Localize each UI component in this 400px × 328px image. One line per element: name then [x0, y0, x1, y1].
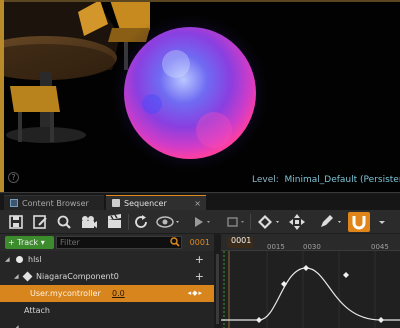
- chevron-down-icon[interactable]: [376, 213, 388, 231]
- niagara-component-icon: [22, 271, 33, 282]
- track-value-field[interactable]: 0.0: [112, 285, 125, 302]
- level-prefix: Level:: [252, 175, 279, 185]
- track-outliner: + Track ▾ Filter 0001 ◢ hlsl + ◢ Niagara…: [0, 234, 214, 328]
- curve-editor-timeline[interactable]: 0001 0015 0030 0045: [221, 234, 400, 328]
- sequencer-icon: [112, 199, 120, 207]
- sequencer-toolbar: [0, 210, 400, 234]
- actor-icon: [16, 256, 23, 263]
- level-viewport[interactable]: ? Level: Minimal_Default (Persistent): [0, 0, 400, 193]
- toolbar-divider: [128, 214, 129, 230]
- time-ruler[interactable]: 0001 0015 0030 0045: [221, 234, 400, 251]
- key-icon[interactable]: [256, 213, 282, 231]
- key-navigation-icon[interactable]: ◂◆▸: [188, 285, 203, 302]
- viewport-border-left: [0, 0, 4, 192]
- chevron-down-icon: ▾: [40, 238, 45, 247]
- tick-label: 0030: [303, 243, 321, 251]
- level-label: Level: Minimal_Default (Persistent): [252, 175, 400, 185]
- curve-plot[interactable]: [221, 251, 400, 328]
- track-row-partial: ◢: [0, 319, 214, 328]
- track-row-hlsl[interactable]: ◢ hlsl +: [0, 251, 214, 268]
- pencil-icon[interactable]: [318, 213, 344, 231]
- snap-magnet-icon[interactable]: [348, 212, 370, 232]
- outliner-filter-bar: + Track ▾ Filter 0001: [0, 234, 214, 251]
- find-asset-icon[interactable]: [56, 213, 72, 231]
- editor-tab-bar: Content Browser Sequencer ×: [0, 194, 400, 210]
- tab-content-browser-label: Content Browser: [22, 199, 89, 208]
- selection-icon[interactable]: [226, 213, 248, 231]
- viewport-scene: [0, 0, 272, 175]
- save-icon[interactable]: [8, 213, 24, 231]
- track-row-user-mycontroller[interactable]: User.mycontroller 0.0 ◂◆▸: [0, 285, 214, 302]
- add-track-label: Track: [17, 238, 39, 247]
- toolbar-divider: [250, 214, 251, 230]
- content-browser-icon: [10, 199, 18, 207]
- expand-arrow-icon[interactable]: ◢: [5, 251, 10, 268]
- plus-icon: +: [8, 238, 15, 247]
- tab-sequencer-label: Sequencer: [124, 199, 167, 208]
- filter-input[interactable]: Filter: [56, 236, 182, 249]
- expand-arrow-icon[interactable]: ◢: [14, 319, 19, 328]
- track-row-attach[interactable]: Attach: [0, 302, 214, 319]
- niagara-particle-sphere: [108, 11, 272, 175]
- track-label: Attach: [24, 306, 50, 315]
- outliner-splitter[interactable]: [214, 234, 221, 328]
- track-label: User.mycontroller: [30, 289, 101, 298]
- tab-content-browser[interactable]: Content Browser: [4, 195, 104, 210]
- tab-sequencer[interactable]: Sequencer ×: [106, 195, 206, 210]
- camera-icon[interactable]: [80, 213, 98, 231]
- search-icon: [170, 237, 180, 247]
- level-name: Minimal_Default (Persistent): [284, 175, 400, 185]
- track-row-niagara-component[interactable]: ◢ NiagaraComponent0 +: [0, 268, 214, 285]
- save-as-icon[interactable]: [32, 213, 48, 231]
- current-frame-field[interactable]: 0001: [184, 236, 210, 249]
- add-subtrack-icon[interactable]: +: [195, 268, 204, 285]
- playhead-frame-label: 0001: [231, 236, 252, 245]
- track-label: hlsl: [28, 255, 42, 264]
- refresh-icon[interactable]: [134, 213, 150, 231]
- transform-icon[interactable]: [288, 213, 306, 231]
- eye-icon[interactable]: [156, 213, 182, 231]
- track-label: NiagaraComponent0: [36, 272, 119, 281]
- add-track-button[interactable]: + Track ▾: [5, 236, 54, 249]
- viewport-border-top: [0, 0, 400, 2]
- help-icon[interactable]: ?: [8, 172, 19, 183]
- add-subtrack-icon[interactable]: +: [195, 251, 204, 268]
- expand-arrow-icon[interactable]: ◢: [14, 268, 19, 285]
- tick-label: 0045: [371, 243, 389, 251]
- tick-label: 0015: [267, 243, 285, 251]
- play-icon[interactable]: [192, 213, 214, 231]
- render-movie-icon[interactable]: [106, 213, 124, 231]
- close-icon[interactable]: ×: [194, 196, 201, 211]
- scrollbar-thumb[interactable]: [216, 254, 219, 324]
